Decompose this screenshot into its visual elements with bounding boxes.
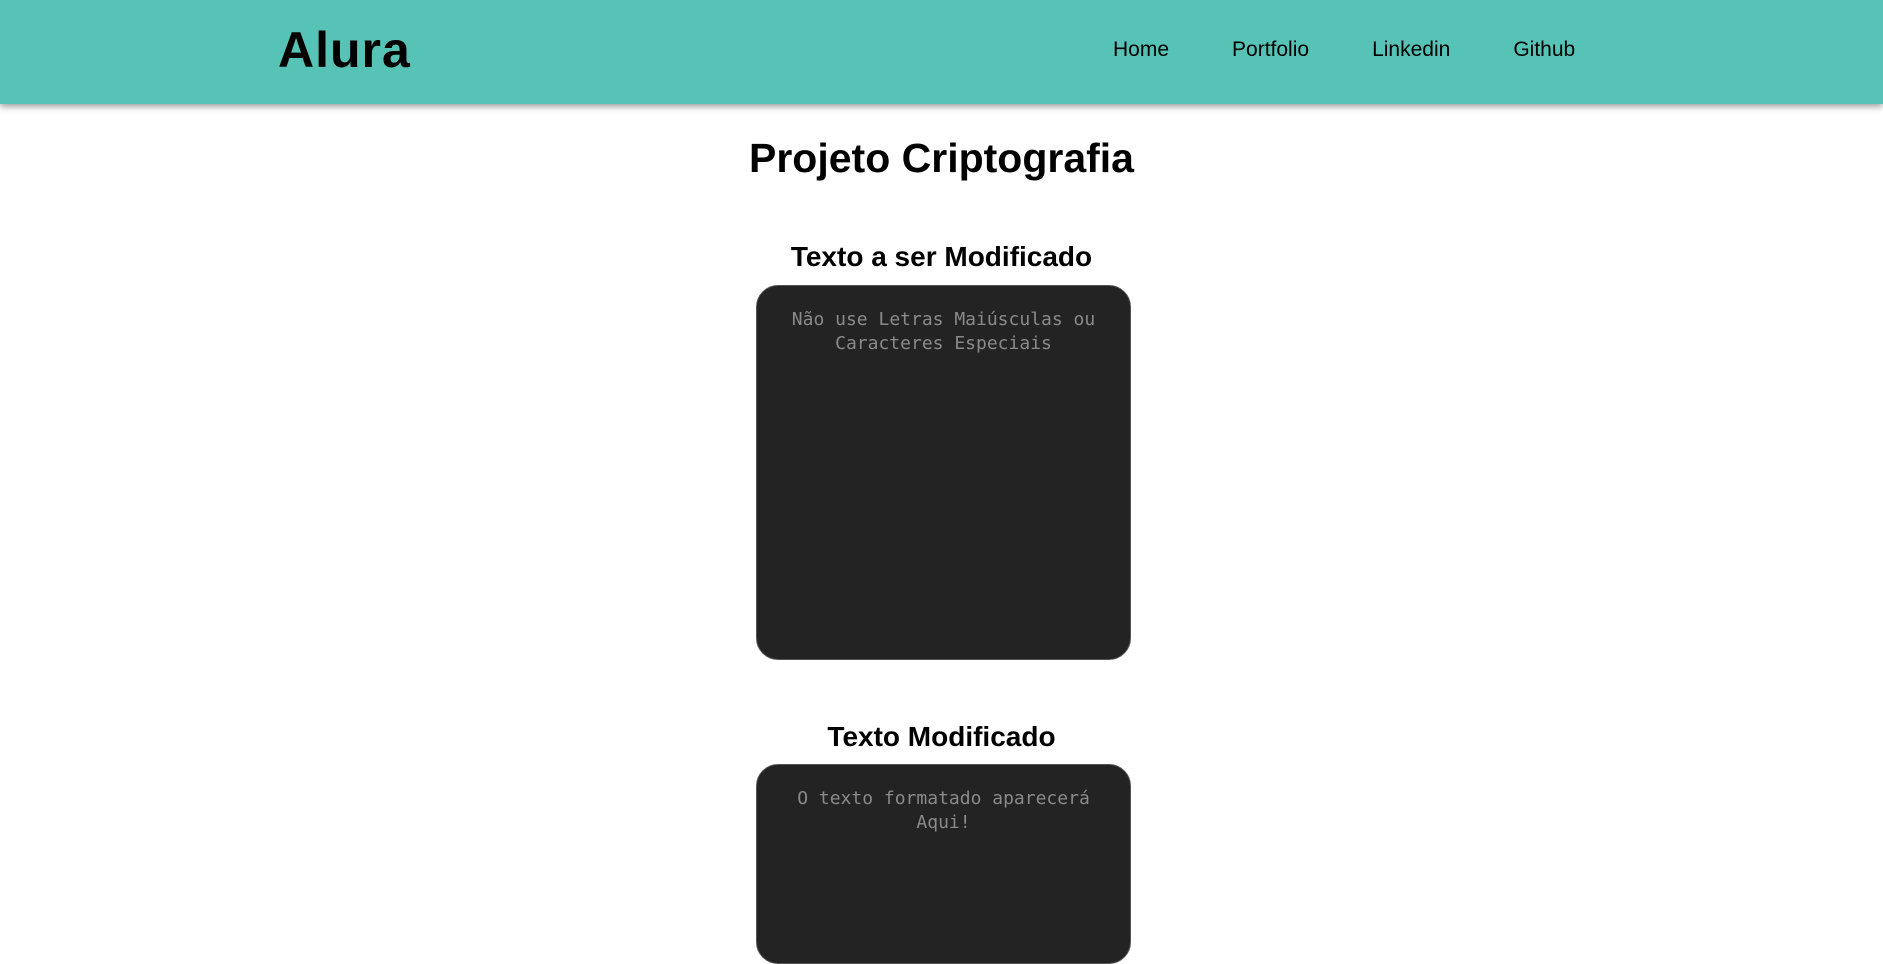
page-title: Projeto Criptografia (749, 135, 1134, 181)
nav-link-github[interactable]: Github (1513, 37, 1575, 63)
nav-link-home[interactable]: Home (1113, 37, 1169, 63)
site-logo[interactable]: Alura (278, 22, 411, 78)
input-section-heading: Texto a ser Modificado (790, 241, 1093, 272)
main-nav: Home Portfolio Linkedin Github (1113, 37, 1575, 63)
output-section-heading: Texto Modificado (827, 721, 1056, 752)
nav-link-portfolio[interactable]: Portfolio (1232, 37, 1309, 63)
input-textarea[interactable] (756, 285, 1131, 660)
main-content: Projeto Criptografia Texto a ser Modific… (0, 104, 1883, 964)
site-header: Alura Home Portfolio Linkedin Github (0, 0, 1883, 104)
output-textarea[interactable] (756, 764, 1131, 964)
nav-link-linkedin[interactable]: Linkedin (1372, 37, 1450, 63)
